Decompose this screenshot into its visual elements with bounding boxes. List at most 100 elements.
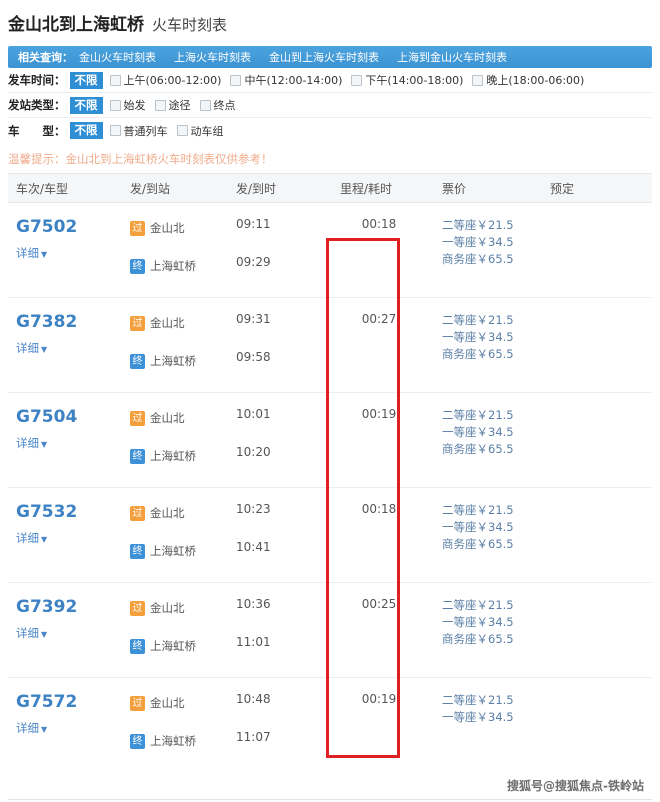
filter-option-morning[interactable]: 上午(06:00-12:00) (110, 72, 222, 88)
table-row[interactable]: G7392 详细▼ 过 金山北 终 上海虹桥 10:36 11:01 00:25… (8, 583, 652, 678)
arrive-station-name: 上海虹桥 (150, 638, 196, 654)
filter-any-station-type[interactable]: 不限 (70, 97, 103, 114)
fare-cell: 二等座￥21.5 一等座￥34.5 (442, 692, 550, 773)
arrive-station-line: 终 上海虹桥 (130, 540, 236, 562)
time-cell: 10:01 10:20 (236, 407, 340, 487)
filter-option-emu-label: 动车组 (191, 123, 224, 139)
timetable: 车次/车型 发/到站 发/到时 里程/耗时 票价 预定 G7502 详细▼ 过 … (8, 173, 652, 773)
depart-station-line: 过 金山北 (130, 407, 236, 429)
train-number[interactable]: G7502 (16, 217, 130, 237)
train-number[interactable]: G7572 (16, 692, 130, 712)
fare-business-class: 商务座￥65.5 (442, 536, 550, 553)
chevron-down-icon: ▼ (41, 250, 47, 259)
chevron-down-icon: ▼ (41, 535, 47, 544)
filter-option-noon[interactable]: 中午(12:00-14:00) (230, 72, 342, 88)
station-cell: 过 金山北 终 上海虹桥 (130, 407, 236, 487)
checkbox-icon[interactable] (155, 100, 166, 111)
arrive-station-line: 终 上海虹桥 (130, 730, 236, 752)
filter-option-origin[interactable]: 始发 (110, 97, 146, 113)
table-row[interactable]: G7382 详细▼ 过 金山北 终 上海虹桥 09:31 09:58 00:27… (8, 298, 652, 393)
table-row[interactable]: G7504 详细▼ 过 金山北 终 上海虹桥 10:01 10:20 00:19… (8, 393, 652, 488)
detail-toggle[interactable]: 详细▼ (16, 530, 47, 546)
detail-label: 详细 (16, 531, 39, 545)
checkbox-icon[interactable] (230, 75, 241, 86)
duration-cell: 00:27 (340, 312, 442, 392)
detail-toggle[interactable]: 详细▼ (16, 245, 47, 261)
column-header-stations: 发/到站 (130, 180, 236, 197)
chevron-down-icon: ▼ (41, 630, 47, 639)
detail-toggle[interactable]: 详细▼ (16, 340, 47, 356)
filter-any-train-type[interactable]: 不限 (70, 122, 103, 139)
table-row[interactable]: G7572 详细▼ 过 金山北 终 上海虹桥 10:48 11:07 00:19… (8, 678, 652, 773)
fare-second-class: 二等座￥21.5 (442, 692, 550, 709)
depart-station-name: 金山北 (150, 315, 185, 331)
detail-label: 详细 (16, 246, 39, 260)
filter-option-passing-label: 途径 (169, 97, 191, 113)
column-header-fare: 票价 (442, 180, 550, 197)
booking-cell[interactable] (550, 312, 652, 392)
filter-option-evening[interactable]: 晚上(18:00-06:00) (472, 72, 584, 88)
depart-station-line: 过 金山北 (130, 692, 236, 714)
filter-option-afternoon[interactable]: 下午(14:00-18:00) (351, 72, 463, 88)
related-query-link-3[interactable]: 上海到金山火车时刻表 (397, 49, 507, 65)
train-number[interactable]: G7532 (16, 502, 130, 522)
related-query-link-2[interactable]: 金山到上海火车时刻表 (269, 49, 379, 65)
booking-cell[interactable] (550, 217, 652, 297)
filter-option-terminal[interactable]: 终点 (200, 97, 236, 113)
checkbox-icon[interactable] (110, 125, 121, 136)
checkbox-icon[interactable] (110, 100, 121, 111)
page-title: 金山北到上海虹桥火车时刻表 (0, 0, 660, 46)
booking-cell[interactable] (550, 407, 652, 487)
train-cell: G7392 详细▼ (8, 597, 130, 677)
terminal-station-badge-icon: 终 (130, 544, 145, 559)
duration-value: 00:19 (340, 692, 418, 714)
checkbox-icon[interactable] (351, 75, 362, 86)
train-number[interactable]: G7392 (16, 597, 130, 617)
filter-option-noon-label: 中午(12:00-14:00) (244, 72, 342, 88)
filter-any-departure-time[interactable]: 不限 (70, 72, 103, 89)
arrive-time: 11:01 (236, 635, 340, 657)
arrive-station-name: 上海虹桥 (150, 733, 196, 749)
depart-time: 09:11 (236, 217, 340, 239)
table-row[interactable]: G7502 详细▼ 过 金山北 终 上海虹桥 09:11 09:29 00:18… (8, 203, 652, 298)
pass-station-badge-icon: 过 (130, 411, 145, 426)
detail-toggle[interactable]: 详细▼ (16, 720, 47, 736)
related-query-label: 相关查询： (18, 49, 73, 65)
related-query-link-1[interactable]: 上海火车时刻表 (174, 49, 251, 65)
train-number[interactable]: G7382 (16, 312, 130, 332)
booking-cell[interactable] (550, 597, 652, 677)
filter-option-normal-train[interactable]: 普通列车 (110, 123, 168, 139)
booking-cell[interactable] (550, 502, 652, 582)
fare-second-class: 二等座￥21.5 (442, 502, 550, 519)
filter-option-emu[interactable]: 动车组 (177, 123, 224, 139)
table-row[interactable]: G7532 详细▼ 过 金山北 终 上海虹桥 10:23 10:41 00:18… (8, 488, 652, 583)
fare-first-class: 一等座￥34.5 (442, 234, 550, 251)
filter-option-morning-label: 上午(06:00-12:00) (124, 72, 222, 88)
booking-cell[interactable] (550, 692, 652, 773)
terminal-station-badge-icon: 终 (130, 259, 145, 274)
column-header-times: 发/到时 (236, 180, 340, 197)
detail-toggle[interactable]: 详细▼ (16, 625, 47, 641)
filter-row-departure-time: 发车时间： 不限 上午(06:00-12:00) 中午(12:00-14:00)… (8, 68, 652, 93)
detail-toggle[interactable]: 详细▼ (16, 435, 47, 451)
fare-cell: 二等座￥21.5 一等座￥34.5 商务座￥65.5 (442, 597, 550, 677)
filter-label-station-type: 发站类型： (8, 97, 66, 113)
checkbox-icon[interactable] (177, 125, 188, 136)
checkbox-icon[interactable] (200, 100, 211, 111)
station-cell: 过 金山北 终 上海虹桥 (130, 502, 236, 582)
arrive-station-name: 上海虹桥 (150, 543, 196, 559)
checkbox-icon[interactable] (110, 75, 121, 86)
related-query-link-0[interactable]: 金山火车时刻表 (79, 49, 156, 65)
arrive-station-line: 终 上海虹桥 (130, 445, 236, 467)
pass-station-badge-icon: 过 (130, 696, 145, 711)
filter-row-train-type: 车 型： 不限 普通列车 动车组 (8, 118, 652, 143)
train-number[interactable]: G7504 (16, 407, 130, 427)
filter-option-terminal-label: 终点 (214, 97, 236, 113)
filter-option-afternoon-label: 下午(14:00-18:00) (365, 72, 463, 88)
detail-label: 详细 (16, 626, 39, 640)
fare-first-class: 一等座￥34.5 (442, 424, 550, 441)
checkbox-icon[interactable] (472, 75, 483, 86)
filter-option-passing[interactable]: 途径 (155, 97, 191, 113)
fare-first-class: 一等座￥34.5 (442, 519, 550, 536)
depart-station-name: 金山北 (150, 410, 185, 426)
